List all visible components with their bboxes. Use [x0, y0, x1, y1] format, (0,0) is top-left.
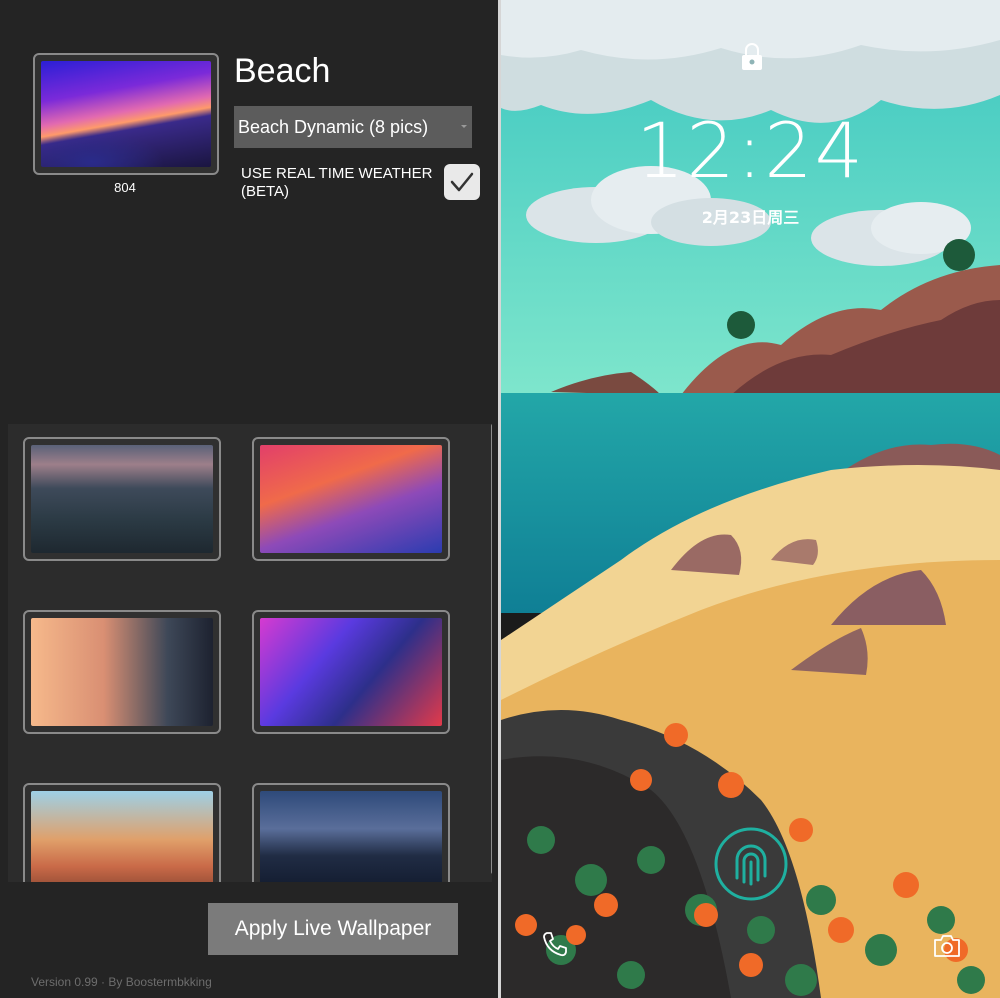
island-dusk-thumbnail: [31, 445, 213, 553]
lock-screen-preview: 12:24 2月23日周三: [501, 0, 1000, 998]
grid-scrollbar[interactable]: [489, 424, 492, 882]
canyon-day-night-thumbnail: [31, 791, 213, 882]
beach-sunset-thumbnail: [41, 61, 211, 167]
weather-checkbox[interactable]: [444, 164, 480, 200]
wallpaper-option-canyon[interactable]: [23, 783, 221, 882]
grid-scrollbar-thumb[interactable]: [491, 424, 492, 874]
wallpaper-settings-panel: 804 Beach Beach Dynamic (8 pics) USE REA…: [0, 0, 498, 998]
big-sur-waves-thumbnail: [260, 445, 442, 553]
wallpaper-id-label: 804: [114, 180, 136, 195]
checkmark-icon: [450, 172, 474, 192]
phone-icon[interactable]: [541, 930, 569, 958]
catalina-island-thumbnail: [260, 791, 442, 882]
wallpaper-option-neon[interactable]: [252, 610, 450, 734]
lock-screen-clock: 12:24: [635, 106, 866, 195]
wallpaper-option-desert-rock[interactable]: [23, 610, 221, 734]
wallpaper-set-selected: Beach Dynamic (8 pics): [238, 117, 429, 137]
camera-icon[interactable]: [933, 934, 961, 958]
dropdown-caret-icon: [461, 125, 467, 128]
wallpaper-option-big-sur[interactable]: [252, 437, 450, 561]
apply-live-wallpaper-button[interactable]: Apply Live Wallpaper: [208, 903, 458, 955]
wallpaper-option-catalina[interactable]: [252, 783, 450, 882]
lock-screen-date: 2月23日周三: [701, 208, 800, 227]
wallpaper-title: Beach: [234, 52, 331, 90]
fingerprint-icon[interactable]: [713, 826, 789, 902]
weather-option-label: USE REAL TIME WEATHER (BETA): [241, 165, 433, 200]
version-credit: Version 0.99 · By Boostermbkking: [31, 975, 212, 989]
lock-icon: [742, 43, 762, 70]
wallpaper-option-island[interactable]: [23, 437, 221, 561]
wallpaper-set-dropdown[interactable]: Beach Dynamic (8 pics): [234, 106, 472, 148]
neon-abstract-thumbnail: [260, 618, 442, 726]
wallpaper-grid[interactable]: [8, 424, 492, 882]
desert-rock-day-night-thumbnail: [31, 618, 213, 726]
current-wallpaper-preview[interactable]: [33, 53, 219, 175]
